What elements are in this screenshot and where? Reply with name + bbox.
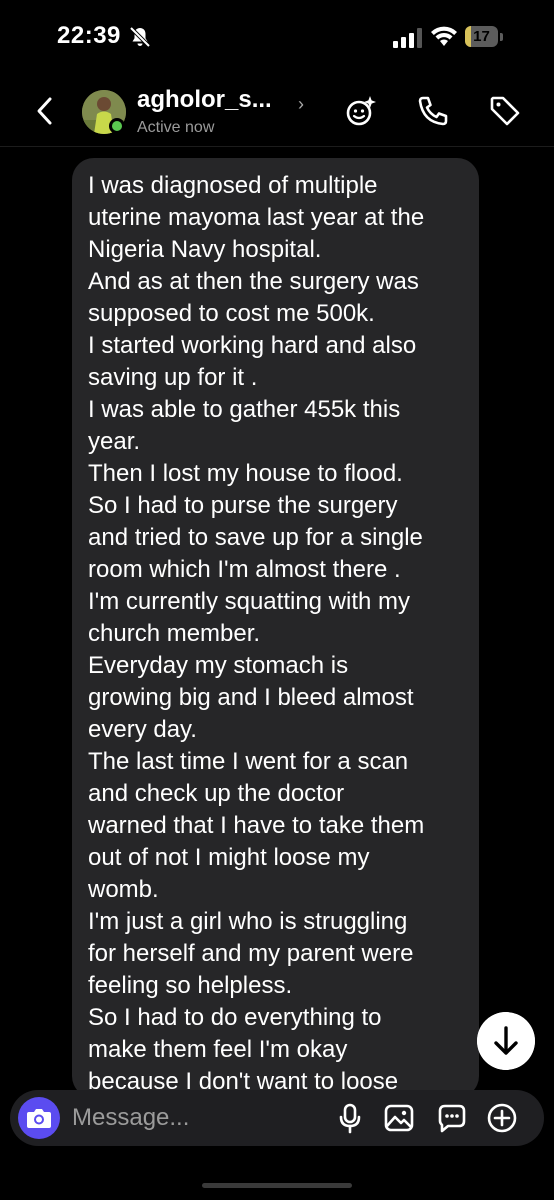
thread-header: agholor_s... › Active now (0, 76, 554, 147)
message-line: room which I'm almost there . (88, 556, 401, 583)
message-line: warned that I have to take them (88, 812, 425, 839)
message-line: growing big and I bleed almost (88, 684, 414, 711)
message-input[interactable] (72, 1098, 322, 1138)
message-line: feeling so helpless. (88, 972, 293, 999)
scroll-down-button[interactable] (477, 1012, 535, 1070)
message-composer (10, 1090, 544, 1146)
message-line: I was diagnosed of multiple (88, 172, 378, 199)
message-line: I started working hard and also (88, 332, 417, 359)
contact-username[interactable]: agholor_s... (137, 86, 272, 114)
message-line: So I had to purse the surgery (88, 492, 398, 519)
message-line: Then I lost my house to flood. (88, 460, 403, 487)
message-line: I was able to gather 455k this (88, 396, 401, 423)
wifi-icon (431, 26, 457, 46)
sticker-icon[interactable] (436, 1102, 468, 1134)
message-line: So I had to do everything to (88, 1004, 382, 1031)
message-line: for herself and my parent were (88, 940, 414, 967)
message-line: saving up for it . (88, 364, 258, 391)
plus-circle-icon[interactable] (486, 1102, 518, 1134)
message-line: womb. (88, 876, 159, 903)
message-line: supposed to cost me 500k. (88, 300, 375, 327)
phone-icon[interactable] (416, 94, 450, 128)
message-line: every day. (88, 716, 197, 743)
message-bubble[interactable]: I was diagnosed of multiple uterine mayom… (72, 158, 479, 1098)
bell-off-icon (129, 26, 151, 48)
dm-thread-screen: 22:39 17 agholor_s... › Active now I was… (0, 0, 554, 1200)
back-button[interactable] (30, 94, 60, 128)
message-line: and tried to save up for a single (88, 524, 423, 551)
active-status-dot (109, 118, 125, 134)
message-text: I was diagnosed of multiple uterine mayom… (88, 170, 468, 1098)
gallery-icon[interactable] (383, 1102, 415, 1134)
battery-indicator: 17 (465, 26, 505, 48)
message-line: I'm currently squatting with my (88, 588, 411, 615)
message-line: Everyday my stomach is (88, 652, 349, 679)
message-line: church member. (88, 620, 261, 647)
message-line: and check up the doctor (88, 780, 345, 807)
microphone-icon[interactable] (334, 1102, 366, 1134)
status-bar: 22:39 17 (0, 0, 554, 76)
camera-icon (27, 1109, 51, 1128)
message-line: out of not I might loose my (88, 844, 370, 871)
home-indicator (202, 1183, 352, 1188)
message-line: The last time I went for a scan (88, 748, 409, 775)
battery-level: 17 (473, 28, 490, 45)
message-line: And as at then the surgery was (88, 268, 419, 295)
message-line: make them feel I'm okay (88, 1036, 348, 1063)
active-status-text: Active now (137, 119, 215, 136)
camera-button[interactable] (18, 1097, 60, 1139)
message-line: Nigeria Navy hospital. (88, 236, 322, 263)
message-line: uterine mayoma last year at the (88, 204, 425, 231)
status-time: 22:39 (57, 22, 121, 49)
chevron-right-icon: › (298, 94, 304, 114)
tag-icon[interactable] (488, 94, 522, 128)
signal-icon (393, 28, 422, 48)
message-line: I'm just a girl who is struggling (88, 908, 408, 935)
message-line: year. (88, 428, 141, 455)
effects-sparkle-icon[interactable] (344, 94, 378, 128)
